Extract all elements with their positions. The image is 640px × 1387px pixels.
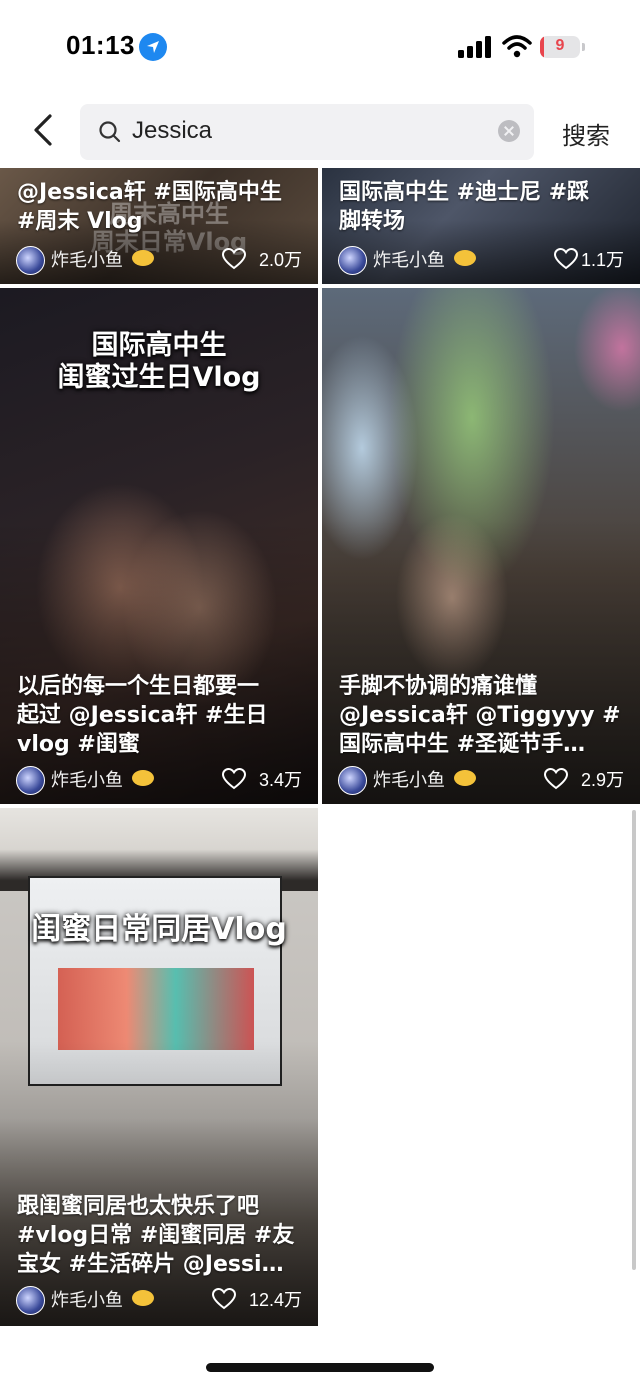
battery-percent: 9 bbox=[555, 37, 565, 54]
battery-icon: 9 bbox=[540, 36, 586, 58]
chevron-left-icon bbox=[34, 114, 52, 146]
search-button[interactable]: 搜索 bbox=[562, 116, 610, 151]
video-card[interactable]: 闺蜜日常同居Vlog 跟闺蜜同居也太快乐了吧 #vlog日常 #闺蜜同居 #友 … bbox=[0, 808, 318, 1326]
video-card[interactable]: 国际高中生 #迪士尼 #踩 脚转场 炸毛小鱼 1.1万 bbox=[322, 168, 640, 284]
video-overlay-text: 国际高中生 闺蜜过生日Vlog bbox=[57, 330, 261, 393]
video-title: 国际高中生 #迪士尼 #踩 脚转场 bbox=[339, 180, 590, 234]
video-card[interactable]: 手脚不协调的痛谁懂 @Jessica轩 @Tiggyyy # 国际高中生 #圣诞… bbox=[322, 288, 640, 804]
heart-icon[interactable] bbox=[221, 247, 247, 274]
author-name[interactable]: 炸毛小鱼 bbox=[51, 246, 123, 272]
like-count: 12.4万 bbox=[248, 1290, 302, 1310]
heart-icon[interactable] bbox=[211, 1287, 237, 1314]
fish-emoji-icon bbox=[132, 1290, 154, 1306]
video-title: 手脚不协调的痛谁懂 @Jessica轩 @Tiggyyy # 国际高中生 #圣诞… bbox=[339, 674, 621, 757]
fish-emoji-icon bbox=[454, 250, 476, 266]
location-arrow-icon bbox=[139, 33, 167, 61]
search-input[interactable]: Jessica bbox=[80, 104, 534, 160]
video-meta: 炸毛小鱼 1.1万 bbox=[338, 244, 624, 275]
like-count: 2.9万 bbox=[580, 770, 624, 790]
avatar[interactable] bbox=[16, 1286, 45, 1315]
search-icon bbox=[98, 120, 122, 148]
clear-icon[interactable] bbox=[498, 120, 520, 142]
wifi-icon bbox=[502, 34, 532, 62]
fish-emoji-icon bbox=[454, 770, 476, 786]
search-header: Jessica 搜索 bbox=[0, 96, 640, 168]
avatar[interactable] bbox=[338, 246, 367, 275]
video-card[interactable]: 周末高中生周末日常Vlog @Jessica轩 #国际高中生 #周末 Vlog … bbox=[0, 168, 318, 284]
avatar[interactable] bbox=[338, 766, 367, 795]
author-name[interactable]: 炸毛小鱼 bbox=[373, 246, 445, 272]
fish-emoji-icon bbox=[132, 770, 154, 786]
status-time: 01:13 bbox=[66, 30, 135, 60]
cellular-signal-icon bbox=[458, 36, 492, 62]
avatar[interactable] bbox=[16, 246, 45, 275]
video-card[interactable]: 国际高中生 闺蜜过生日Vlog 以后的每一个生日都要一 起过 @Jessica轩… bbox=[0, 288, 318, 804]
video-overlay-text: 闺蜜日常同居Vlog bbox=[31, 912, 287, 947]
fish-emoji-icon bbox=[132, 250, 154, 266]
heart-icon[interactable] bbox=[221, 767, 247, 794]
video-title: 跟闺蜜同居也太快乐了吧 #vlog日常 #闺蜜同居 #友 宝女 #生活碎片 @J… bbox=[17, 1194, 295, 1277]
scrollbar[interactable] bbox=[632, 810, 636, 1270]
heart-icon[interactable] bbox=[543, 767, 569, 794]
video-title: 以后的每一个生日都要一 起过 @Jessica轩 #生日 vlog #闺蜜 bbox=[17, 674, 268, 757]
video-meta: 炸毛小鱼 12.4万 bbox=[16, 1284, 302, 1315]
back-button[interactable] bbox=[22, 108, 66, 152]
heart-icon[interactable] bbox=[553, 247, 579, 274]
video-meta: 炸毛小鱼 2.9万 bbox=[338, 764, 624, 795]
like-count: 3.4万 bbox=[258, 770, 302, 790]
like-count: 2.0万 bbox=[258, 250, 302, 270]
search-query: Jessica bbox=[132, 117, 213, 144]
video-meta: 炸毛小鱼 2.0万 bbox=[16, 244, 302, 275]
video-title: @Jessica轩 #国际高中生 #周末 Vlog bbox=[17, 180, 282, 234]
status-bar: 01:13 9 bbox=[0, 0, 640, 96]
avatar[interactable] bbox=[16, 766, 45, 795]
author-name[interactable]: 炸毛小鱼 bbox=[373, 766, 445, 792]
author-name[interactable]: 炸毛小鱼 bbox=[51, 766, 123, 792]
like-count: 1.1万 bbox=[580, 250, 624, 270]
home-indicator[interactable] bbox=[206, 1363, 434, 1372]
video-meta: 炸毛小鱼 3.4万 bbox=[16, 764, 302, 795]
author-name[interactable]: 炸毛小鱼 bbox=[51, 1286, 123, 1312]
